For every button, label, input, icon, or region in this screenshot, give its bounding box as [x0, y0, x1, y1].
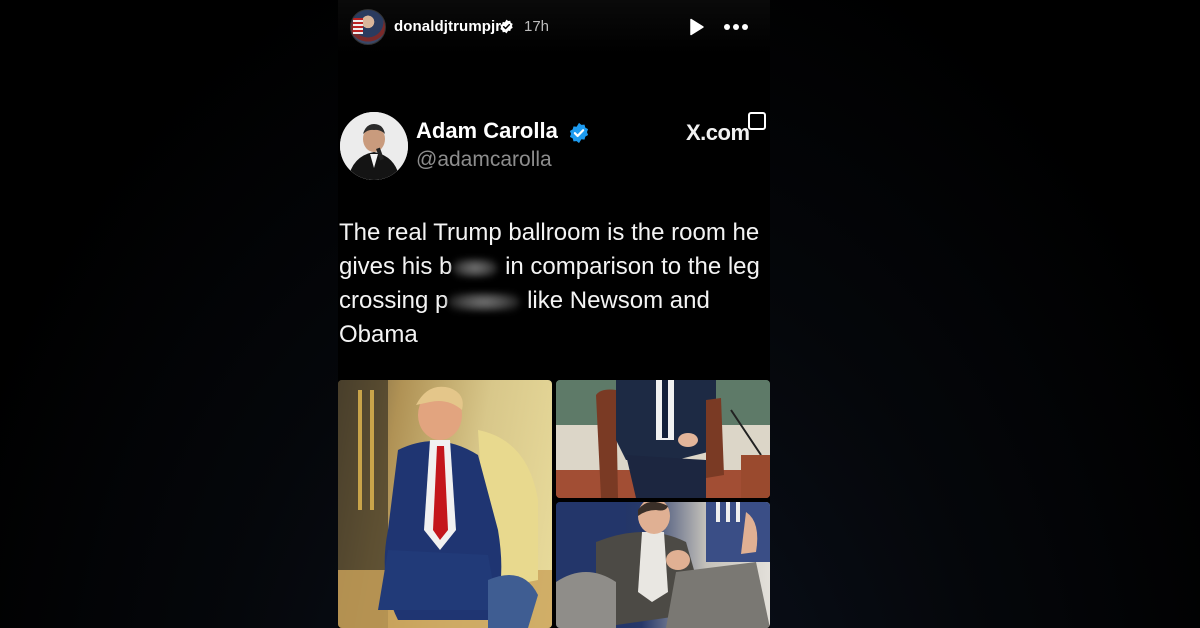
tweet-text-fragment: like Newsom and	[527, 287, 710, 314]
story-header: donaldjtrumpjr 17h	[338, 0, 770, 54]
more-options-icon[interactable]	[723, 17, 749, 37]
verified-badge-icon	[569, 122, 589, 144]
story-viewer: donaldjtrumpjr 17h Adam Carolla @adamcar…	[338, 0, 770, 628]
x-com-link[interactable]: X.com	[686, 120, 750, 146]
censor-blur	[448, 291, 521, 312]
verified-badge-icon	[500, 19, 513, 34]
tweet-photo-main[interactable]	[338, 380, 552, 628]
tweet-text-line: Obama	[339, 321, 418, 348]
tweet-photo-top-right[interactable]	[556, 380, 770, 498]
tweet-text: The real Trump ballroom is the room he g…	[339, 216, 769, 352]
flag-icon	[353, 18, 363, 34]
tweet-text-line: The real Trump ballroom is the room he	[339, 219, 760, 246]
screen: donaldjtrumpjr 17h Adam Carolla @adamcar…	[0, 0, 1200, 628]
tweet-author-avatar[interactable]	[340, 112, 408, 180]
tweet-text-fragment: gives his b	[339, 253, 453, 280]
photo-speaker-icon	[556, 502, 770, 628]
person-photo-icon	[340, 112, 408, 180]
tweet-text-fragment: in comparison to the leg	[505, 253, 760, 280]
tweet-text-fragment: crossing p	[339, 287, 449, 314]
play-icon[interactable]	[686, 17, 706, 37]
tweet-text-line: gives his b in comparison to the leg	[339, 250, 769, 284]
tweet-photo-bottom-right[interactable]	[556, 502, 770, 628]
sticker-icon	[748, 112, 766, 130]
story-timestamp: 17h	[524, 18, 550, 35]
photo-man-seated-icon	[338, 380, 552, 628]
tweet-text-line: crossing p like Newsom and	[339, 284, 769, 318]
censor-blur	[452, 257, 499, 278]
story-username[interactable]: donaldjtrumpjr	[394, 18, 501, 35]
photo-seated-man-icon	[556, 380, 770, 498]
profile-avatar-icon[interactable]	[350, 9, 386, 45]
tweet-author-name[interactable]: Adam Carolla	[416, 118, 558, 144]
tweet-author-handle[interactable]: @adamcarolla	[416, 148, 552, 172]
